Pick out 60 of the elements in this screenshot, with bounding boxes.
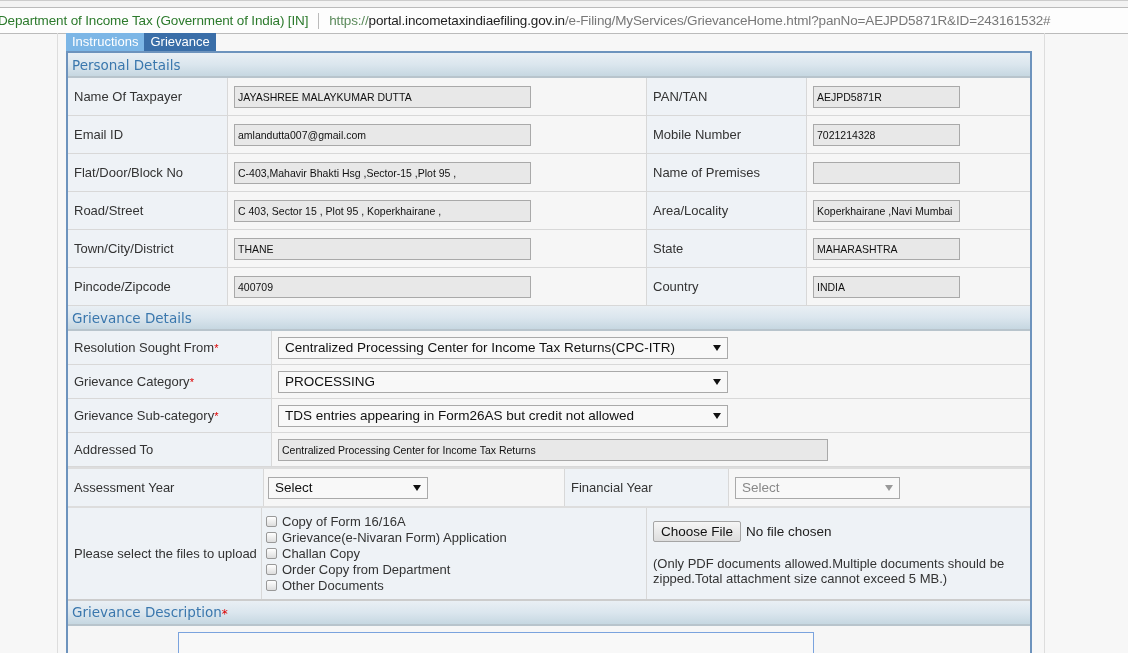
text-field[interactable]: C-403,Mahavir Bhakti Hsg ,Sector-15 ,Plot 95 , (234, 161, 531, 184)
upload-note: (Only PDF documents allowed.Multiple documents should be zipped.Total attachment size cannot exceed 5 MB.) (653, 556, 1006, 586)
text-field[interactable]: AEJPD5871R (813, 85, 960, 108)
field-label: State (653, 241, 684, 256)
text-field[interactable]: 400709 (234, 275, 531, 298)
dropdown[interactable]: TDS entries appearing in Form26AS but credit not allowed (278, 404, 728, 427)
text-field[interactable]: THANE (234, 237, 531, 260)
dropdown[interactable]: Select (268, 476, 428, 499)
field-label: Name of Premises (653, 165, 760, 180)
text-field[interactable]: Koperkhairane ,Navi Mumbai (813, 199, 960, 222)
field-label: Road/Street (74, 203, 144, 218)
field-label: Flat/Door/Block No (74, 165, 184, 180)
section-title: Grievance Description (72, 604, 222, 621)
checkbox[interactable] (266, 580, 277, 591)
field-label: Email ID (74, 127, 124, 142)
text-field[interactable]: 7021214328 (813, 123, 960, 146)
field-label: Grievance Category* (74, 374, 194, 389)
section-title: Grievance Details (72, 309, 192, 326)
field-label: Mobile Number (653, 127, 742, 142)
checkbox-label: Challan Copy (282, 545, 361, 562)
checkbox[interactable] (266, 516, 277, 527)
field-label: Town/City/District (74, 241, 174, 256)
checkbox[interactable] (266, 564, 277, 575)
text-field[interactable]: JAYASHREE MALAYKUMAR DUTTA (234, 85, 531, 108)
required-mark: * (221, 607, 228, 621)
checkbox-label: Copy of Form 16/16A (282, 513, 406, 530)
field-label: Pincode/Zipcode (74, 279, 171, 294)
checkbox[interactable] (266, 532, 277, 543)
text-field[interactable]: Centralized Processing Center for Income Tax Returns (278, 438, 828, 461)
field-label: Addressed To (74, 442, 154, 457)
dropdown[interactable]: Centralized Processing Center for Income Tax Returns(CPC-ITR) (278, 336, 728, 359)
dropdown[interactable]: PROCESSING (278, 370, 728, 393)
caret-icon (413, 484, 421, 491)
text-field[interactable]: MAHARASHTRA (813, 237, 960, 260)
section-title: Personal Details (72, 56, 181, 73)
tab[interactable]: Grievance (144, 33, 216, 51)
checkbox[interactable] (266, 548, 277, 559)
field-label: PAN/TAN (653, 89, 708, 104)
caret-icon (713, 378, 721, 385)
field-label: Financial Year (571, 480, 653, 495)
text-field[interactable]: amlandutta007@gmail.com (234, 123, 531, 146)
field-label: Country (653, 279, 699, 294)
text-field[interactable] (813, 161, 960, 184)
text-field[interactable]: INDIA (813, 275, 960, 298)
caret-icon (713, 344, 721, 351)
checkbox-label: Other Documents (282, 577, 384, 594)
caret-icon (885, 484, 893, 491)
choose-file-button[interactable]: Choose File (653, 521, 742, 542)
text-field[interactable]: C 403, Sector 15 , Plot 95 , Koperkhairane , (234, 199, 531, 222)
caret-icon (713, 412, 721, 419)
checkbox-label: Grievance(e-Nivaran Form) Application (282, 529, 507, 546)
field-label: Name Of Taxpayer (74, 89, 183, 104)
field-label: Resolution Sought From* (74, 340, 219, 355)
address-bar[interactable]: https://portal.incometaxindiaefiling.gov.in/e-Filing/MyServices/GrievanceHome.html?panNo=AEJPD5871R&ID=243161532# (329, 13, 1051, 28)
checkbox-label: Order Copy from Department (282, 561, 451, 578)
field-label: Grievance Sub-category* (74, 408, 219, 423)
field-label: Area/Locality (653, 203, 729, 218)
field-label: Please select the files to upload (74, 546, 257, 561)
file-status: No file chosen (746, 524, 832, 539)
field-label: Assessment Year (74, 480, 175, 495)
